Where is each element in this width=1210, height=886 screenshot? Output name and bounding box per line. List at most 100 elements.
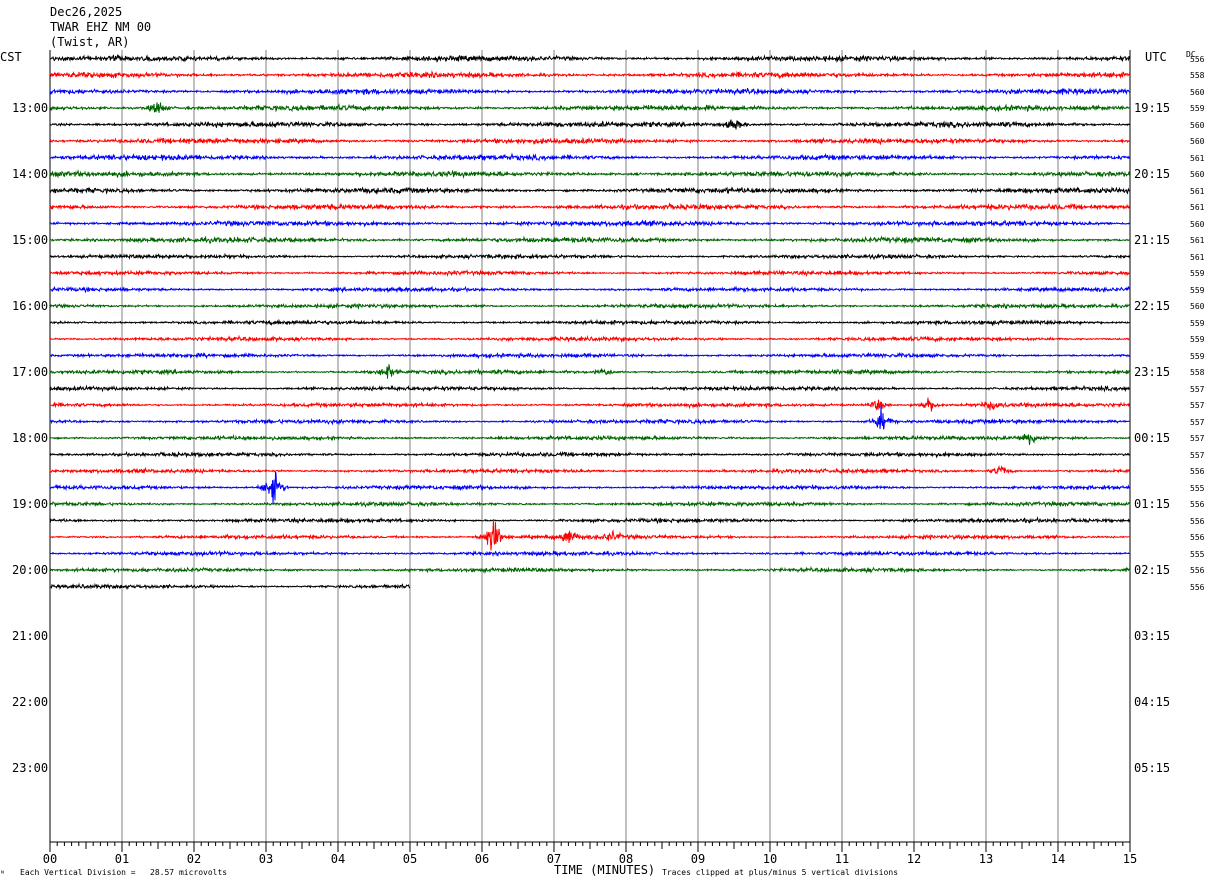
- seismic-trace: [49, 515, 1131, 525]
- left-hour-label: 13:00: [12, 101, 49, 115]
- x-tick-label: 10: [763, 852, 777, 866]
- seismic-trace: [49, 519, 1131, 551]
- dc-offset-value: 559: [1190, 269, 1205, 278]
- seismic-trace: [49, 549, 1131, 558]
- seismic-trace: [49, 87, 1131, 97]
- seismic-trace: [49, 397, 1131, 412]
- dc-offset-value: 561: [1190, 203, 1205, 212]
- seismic-trace: [49, 302, 1131, 310]
- right-timezone-label: UTC: [1145, 50, 1167, 64]
- dc-offset-value: 559: [1190, 104, 1205, 113]
- seismic-trace: [49, 384, 1131, 393]
- dc-offset-value: 560: [1190, 87, 1205, 97]
- dc-offset-value: 555: [1190, 483, 1205, 493]
- x-tick-label: 00: [43, 852, 57, 866]
- left-hour-label: 23:00: [12, 761, 49, 775]
- dc-offset-value: 561: [1190, 236, 1205, 245]
- left-hour-label: 21:00: [12, 629, 49, 643]
- right-hour-label: 21:15: [1134, 233, 1171, 247]
- dc-offset-value: 556: [1190, 54, 1205, 64]
- x-tick-label: 05: [403, 852, 417, 866]
- right-hour-label: 20:15: [1134, 167, 1171, 181]
- right-hour-label: 19:15: [1134, 101, 1171, 115]
- right-hour-label: 05:15: [1134, 761, 1171, 775]
- x-tick-label: 15: [1123, 852, 1137, 866]
- seismic-trace: [49, 201, 1131, 212]
- right-hour-label: 23:15: [1134, 365, 1171, 379]
- dc-offset-value: 560: [1190, 120, 1205, 130]
- dc-offset-value: 560: [1190, 170, 1205, 179]
- dc-offset-value: 561: [1190, 186, 1205, 196]
- seismic-trace: [49, 582, 411, 591]
- dc-offset-value: 559: [1190, 285, 1205, 295]
- dc-offset-value: 560: [1190, 302, 1205, 311]
- dc-offset-value: 557: [1190, 401, 1205, 410]
- seismic-trace: [49, 500, 1131, 508]
- seismic-trace: [49, 102, 1131, 113]
- right-hour-label: 02:15: [1134, 563, 1171, 577]
- recording-date: Dec26,2025: [50, 5, 123, 19]
- x-tick-label: 06: [475, 852, 489, 866]
- seismic-trace: [49, 186, 1131, 195]
- dc-offset-value: 557: [1190, 434, 1205, 443]
- clip-note: Traces clipped at plus/minus 5 vertical …: [662, 868, 899, 877]
- seismic-trace: [49, 471, 1131, 505]
- dc-offset-value: 555: [1190, 549, 1205, 559]
- dc-offset-value: 557: [1190, 450, 1205, 460]
- dc-offset-value: 561: [1190, 252, 1205, 262]
- seismic-trace: [49, 169, 1131, 180]
- left-hour-label: 19:00: [12, 497, 49, 511]
- right-hour-label: 22:15: [1134, 299, 1171, 313]
- x-tick-label: 13: [979, 852, 993, 866]
- right-hour-label: 04:15: [1134, 695, 1171, 709]
- seismic-trace: [49, 219, 1130, 228]
- x-tick-label: 12: [907, 852, 921, 866]
- seismic-trace: [49, 152, 1131, 162]
- dc-offset-value: 556: [1190, 582, 1205, 592]
- seismic-trace: [49, 433, 1131, 445]
- dc-offset-value: 558: [1190, 71, 1205, 80]
- x-tick-label: 09: [691, 852, 705, 866]
- seismic-trace: [49, 565, 1131, 575]
- seismic-trace: [49, 54, 1131, 63]
- left-hour-label: 20:00: [12, 563, 49, 577]
- seismic-trace: [49, 450, 1131, 459]
- dc-offset-value: 559: [1190, 351, 1205, 361]
- dc-offset-value: 556: [1190, 467, 1205, 476]
- left-hour-label: 14:00: [12, 167, 49, 181]
- dc-offset-value: 556: [1190, 500, 1205, 509]
- x-tick-label: 01: [115, 852, 129, 866]
- dc-offset-value: 556: [1190, 533, 1205, 542]
- dc-offset-value: 559: [1190, 318, 1205, 328]
- left-hour-label: 16:00: [12, 299, 49, 313]
- vertical-division-note: Each Vertical Division = 28.57 microvolt…: [20, 868, 228, 877]
- seismic-trace: [49, 318, 1131, 327]
- dc-offset-value: 560: [1190, 219, 1205, 229]
- seismic-trace: [49, 405, 1130, 430]
- x-tick-label: 14: [1051, 852, 1065, 866]
- station-code: TWAR EHZ NM 00: [50, 20, 152, 34]
- seismic-trace: [49, 252, 1131, 261]
- dc-offset-value: 556: [1190, 566, 1205, 575]
- seismic-trace: [49, 334, 1130, 343]
- x-tick-label: 11: [835, 852, 849, 866]
- seismic-trace: [49, 351, 1131, 360]
- minute-gridlines: [49, 50, 1131, 842]
- station-location: (Twist, AR): [50, 35, 130, 49]
- trace-group: [49, 54, 1131, 591]
- right-hour-label: 03:15: [1134, 629, 1171, 643]
- x-axis-title: TIME (MINUTES): [554, 863, 656, 877]
- x-tick-label: 04: [331, 852, 345, 866]
- seismic-trace: [49, 364, 1131, 379]
- dc-offset-value: 560: [1190, 137, 1205, 146]
- seismic-trace: [49, 235, 1130, 245]
- dc-offset-value: 558: [1190, 368, 1205, 377]
- left-hour-label: 22:00: [12, 695, 49, 709]
- left-hour-label: 17:00: [12, 365, 49, 379]
- dc-offset-value: 557: [1190, 417, 1205, 427]
- scale-marker-icon: ᴺ: [0, 869, 5, 878]
- seismic-trace: [49, 136, 1131, 146]
- x-tick-label: 02: [187, 852, 201, 866]
- seismic-trace: [49, 119, 1130, 130]
- seismic-trace: [49, 70, 1131, 80]
